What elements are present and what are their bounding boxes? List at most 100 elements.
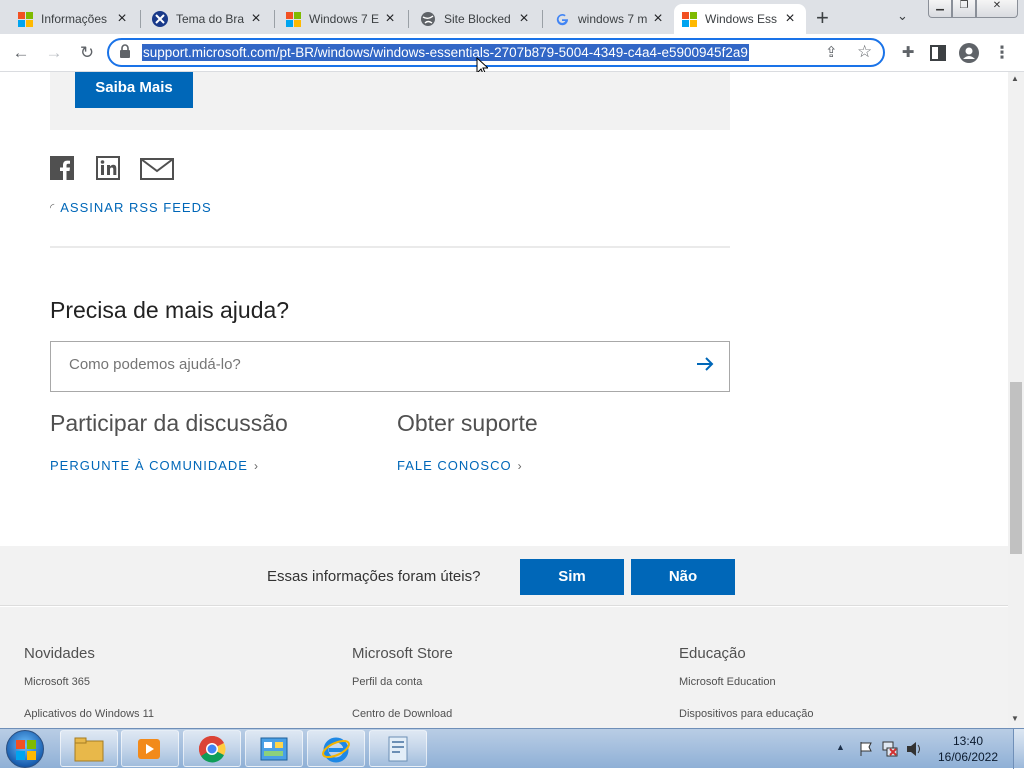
globe-icon — [420, 11, 436, 27]
side-panel-icon[interactable] — [927, 42, 949, 64]
support-heading: Obter suporte — [397, 410, 538, 436]
tab-title: Tema do Bra — [176, 12, 245, 26]
close-tab-icon[interactable]: × — [382, 10, 398, 28]
forward-arrow-icon[interactable]: → — [43, 42, 65, 64]
footer: Novidades Microsoft 365 Aplicativos do W… — [0, 607, 1008, 728]
url-text[interactable]: support.microsoft.com/pt-BR/windows/wind… — [142, 44, 749, 61]
clock[interactable]: 13:40 16/06/2022 — [928, 733, 1008, 765]
media-player-taskbar-button[interactable] — [121, 730, 179, 767]
microsoft-logo-icon — [286, 11, 301, 27]
browser-tab[interactable]: Informações × — [10, 4, 138, 34]
tab-title: windows 7 m — [578, 12, 648, 26]
tab-search-chevron-icon[interactable]: ⌄ — [897, 8, 908, 24]
google-icon — [554, 11, 570, 27]
browser-tab-active[interactable]: Windows Ess × — [674, 4, 806, 34]
tab-title: Windows 7 E — [309, 12, 380, 26]
chevron-right-icon: › — [517, 458, 522, 473]
document-app-icon — [388, 736, 408, 762]
tab-title: Windows Ess — [705, 12, 778, 26]
network-icon[interactable] — [881, 740, 899, 763]
close-tab-icon[interactable]: × — [782, 10, 798, 28]
bookmark-star-icon[interactable]: ☆ — [857, 42, 872, 62]
minimize-window-icon[interactable]: ▁ — [928, 0, 952, 18]
email-icon[interactable] — [140, 158, 174, 185]
action-center-flag-icon[interactable] — [858, 741, 874, 762]
page-scrollbar[interactable]: ▲ ▼ — [1008, 72, 1024, 728]
scroll-up-arrow-icon[interactable]: ▲ — [1011, 74, 1019, 83]
rss-link[interactable]: ◜ ASSINAR RSS FEEDS — [50, 200, 212, 215]
address-bar[interactable]: support.microsoft.com/pt-BR/windows/wind… — [107, 38, 885, 67]
footer-column-heading: Microsoft Store — [352, 645, 453, 662]
help-heading: Precisa de mais ajuda? — [50, 297, 290, 323]
footer-link[interactable]: Microsoft Education — [679, 676, 776, 688]
microsoft-logo-icon — [682, 11, 697, 27]
media-player-icon — [138, 739, 160, 759]
new-tab-button[interactable]: + — [816, 5, 829, 31]
chevron-right-icon: › — [253, 458, 258, 473]
close-tab-icon[interactable]: × — [248, 10, 264, 28]
help-search-box[interactable] — [50, 341, 730, 392]
search-arrow-icon[interactable] — [695, 354, 715, 379]
scrollbar-thumb[interactable] — [1010, 382, 1022, 554]
browser-tab[interactable]: windows 7 m × — [546, 4, 674, 34]
footer-link[interactable]: Dispositivos para educação — [679, 708, 814, 720]
close-tab-icon[interactable]: × — [516, 10, 532, 28]
chrome-icon — [198, 735, 226, 763]
browser-tab[interactable]: Tema do Bra × — [144, 4, 272, 34]
help-search-input[interactable] — [69, 356, 649, 373]
control-panel-taskbar-button[interactable] — [245, 730, 303, 767]
start-button[interactable] — [6, 730, 44, 768]
facebook-icon[interactable] — [50, 156, 74, 185]
discussion-heading: Participar da discussão — [50, 410, 288, 436]
explorer-taskbar-button[interactable] — [60, 730, 118, 767]
linkedin-icon[interactable] — [96, 156, 120, 185]
show-hidden-icons-icon[interactable]: ▲ — [836, 742, 845, 752]
learn-more-button[interactable]: Saiba Mais — [75, 72, 193, 108]
folder-icon — [74, 737, 104, 762]
footer-link[interactable]: Centro de Download — [352, 708, 452, 720]
clock-time: 13:40 — [952, 734, 984, 748]
volume-icon[interactable] — [905, 740, 923, 763]
close-tab-icon[interactable]: × — [114, 10, 130, 28]
site-x-icon — [152, 11, 168, 27]
close-window-icon[interactable]: ✕ — [976, 0, 1018, 18]
restore-window-icon[interactable]: ❐ — [952, 0, 976, 18]
browser-tab[interactable]: Site Blocked × — [412, 4, 540, 34]
chrome-taskbar-button[interactable] — [183, 730, 241, 767]
footer-link[interactable]: Microsoft 365 — [24, 676, 90, 688]
menu-kebab-icon[interactable]: ⋮ — [991, 42, 1013, 64]
clock-date: 16/06/2022 — [937, 750, 999, 764]
rss-icon: ◜ — [50, 202, 55, 214]
promo-panel: Saiba Mais — [50, 72, 730, 130]
close-tab-icon[interactable]: × — [650, 10, 666, 28]
lock-icon — [119, 44, 131, 61]
feedback-question: Essas informações foram úteis? — [267, 568, 481, 585]
browser-tab[interactable]: Windows 7 E × — [278, 4, 406, 34]
scroll-down-arrow-icon[interactable]: ▼ — [1011, 714, 1019, 723]
app-taskbar-button[interactable] — [369, 730, 427, 767]
internet-explorer-icon — [322, 737, 350, 763]
community-link-label: PERGUNTE À COMUNIDADE — [50, 458, 248, 473]
community-link[interactable]: PERGUNTE À COMUNIDADE › — [50, 458, 258, 473]
footer-column-heading: Novidades — [24, 645, 95, 662]
extensions-puzzle-icon[interactable]: ✚ — [897, 42, 919, 64]
microsoft-logo-icon — [18, 11, 33, 27]
back-arrow-icon[interactable]: ← — [10, 42, 32, 64]
tab-strip: Informações × Tema do Bra × Windows 7 E … — [0, 0, 1024, 34]
contact-link[interactable]: FALE CONOSCO › — [397, 458, 522, 473]
divider — [50, 246, 730, 248]
internet-explorer-taskbar-button[interactable] — [307, 730, 365, 767]
footer-link[interactable]: Perfil da conta — [352, 676, 422, 688]
show-desktop-button[interactable] — [1013, 729, 1024, 769]
footer-column-heading: Educação — [679, 645, 746, 662]
profile-avatar-icon[interactable] — [958, 42, 980, 64]
windows-logo-icon — [16, 740, 36, 760]
footer-link[interactable]: Aplicativos do Windows 11 — [24, 708, 154, 720]
tab-title: Informações — [41, 12, 108, 26]
control-panel-icon — [260, 737, 288, 761]
share-icon[interactable]: ⇪ — [825, 43, 838, 61]
no-button[interactable]: Não — [631, 559, 735, 595]
yes-button[interactable]: Sim — [520, 559, 624, 595]
reload-icon[interactable]: ↻ — [76, 42, 98, 64]
web-page: Saiba Mais ◜ ASSINAR RSS FEEDS Precisa d… — [0, 72, 1008, 728]
